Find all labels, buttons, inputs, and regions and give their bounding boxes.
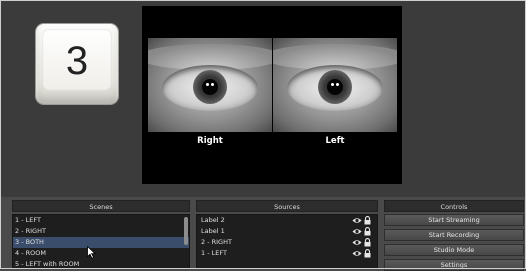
- keyboard-key-image: 3: [36, 24, 118, 104]
- scene-item[interactable]: 5 - LEFT with ROOM: [13, 259, 189, 268]
- glint: [206, 83, 209, 86]
- lock-icon[interactable]: [364, 238, 371, 247]
- lock-icon[interactable]: [364, 216, 371, 225]
- scenes-list[interactable]: 1 - LEFT 2 - RIGHT 3 - BOTH 4 - ROOM 5 -…: [12, 214, 190, 269]
- lock-icon[interactable]: [364, 227, 371, 236]
- eye-icon[interactable]: [352, 239, 362, 246]
- scenes-header: Scenes: [12, 200, 190, 212]
- source-item[interactable]: 1 - LEFT: [197, 248, 377, 259]
- glint: [331, 83, 334, 86]
- source-item-label: 2 - RIGHT: [201, 238, 232, 246]
- left-eye-feed: [273, 38, 397, 132]
- left-eye-label: Left: [325, 136, 345, 146]
- eye-icon[interactable]: [352, 228, 362, 235]
- sources-list[interactable]: Label 2 Label 1 2 - RIGHT 1 - LEFT: [196, 214, 378, 269]
- source-item[interactable]: 2 - RIGHT: [197, 237, 377, 248]
- eye-icon[interactable]: [352, 217, 362, 224]
- scene-item-selected[interactable]: 3 - BOTH: [13, 237, 189, 248]
- source-item-label: Label 2: [201, 216, 225, 224]
- lock-icon[interactable]: [364, 249, 371, 258]
- eye-icon[interactable]: [352, 250, 362, 257]
- start-streaming-button[interactable]: Start Streaming: [384, 214, 524, 226]
- source-item-label: Label 1: [201, 227, 225, 235]
- pupil: [202, 79, 218, 95]
- scene-item[interactable]: 4 - ROOM: [13, 248, 189, 259]
- scenes-scrollbar[interactable]: [184, 217, 188, 245]
- keyboard-key-label: 3: [65, 39, 89, 83]
- start-recording-button[interactable]: Start Recording: [384, 229, 524, 241]
- source-item[interactable]: Label 2: [197, 215, 377, 226]
- controls-panel: Start Streaming Start Recording Studio M…: [384, 214, 524, 271]
- right-eye-label: Right: [197, 136, 223, 146]
- source-item-label: 1 - LEFT: [201, 249, 227, 257]
- settings-button[interactable]: Settings: [384, 259, 524, 271]
- video-preview[interactable]: Right Left: [142, 6, 402, 184]
- mouse-cursor-icon: [87, 246, 96, 259]
- controls-header: Controls: [384, 200, 524, 212]
- pupil: [327, 79, 343, 95]
- source-item[interactable]: Label 1: [197, 226, 377, 237]
- sources-header: Sources: [196, 200, 378, 212]
- right-eye-feed: [148, 38, 272, 132]
- keyboard-key-face: 3: [42, 29, 112, 91]
- glint: [336, 83, 339, 86]
- glint: [211, 83, 214, 86]
- scene-item[interactable]: 1 - LEFT: [13, 215, 189, 226]
- studio-mode-button[interactable]: Studio Mode: [384, 244, 524, 256]
- scene-item[interactable]: 2 - RIGHT: [13, 226, 189, 237]
